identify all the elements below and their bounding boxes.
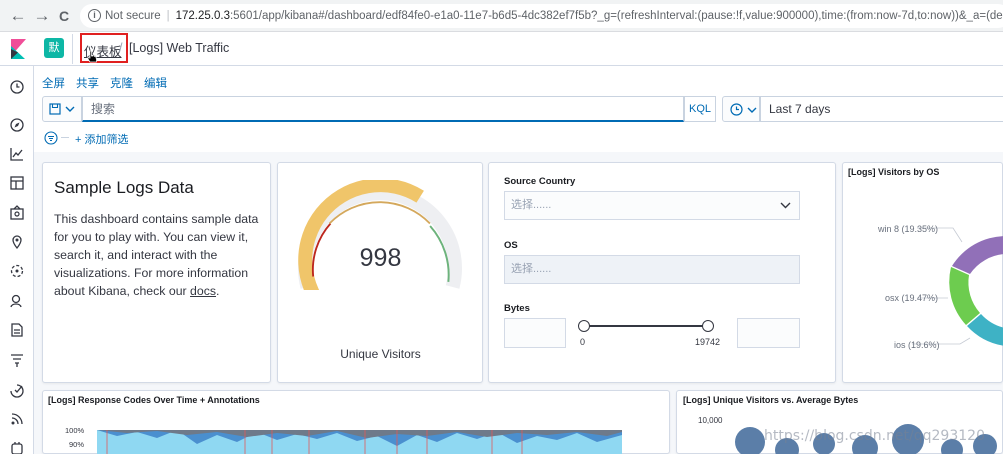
gauge-label: Unique Visitors	[340, 347, 421, 361]
filter-menu-icon[interactable]	[44, 131, 58, 145]
os-label-ios: ios (19.6%)	[894, 340, 940, 350]
reload-icon[interactable]: C	[54, 6, 74, 26]
os-select[interactable]: 选择......	[504, 255, 800, 284]
unique-visitors-bytes-title: [Logs] Unique Visitors vs. Average Bytes	[683, 395, 859, 405]
canvas-icon[interactable]	[9, 205, 25, 221]
visitors-by-os-title: [Logs] Visitors by OS	[848, 167, 940, 177]
os-label-win8: win 8 (19.35%)	[878, 224, 939, 234]
dev-tools-icon[interactable]	[9, 440, 25, 454]
donut-slice-win8	[952, 236, 1003, 274]
saved-query-button[interactable]	[42, 96, 82, 122]
edit-link[interactable]: 编辑	[144, 75, 167, 91]
dashboard-icon[interactable]	[9, 175, 25, 191]
os-label: OS	[504, 240, 518, 251]
chevron-down-icon[interactable]	[780, 202, 791, 209]
donut-slice-osx	[949, 267, 980, 325]
date-range-display[interactable]: Last 7 days	[760, 96, 1003, 122]
share-link[interactable]: 共享	[76, 75, 99, 91]
save-icon	[49, 103, 61, 115]
markdown-title: Sample Logs Data	[54, 178, 194, 197]
maps-icon[interactable]	[9, 234, 25, 250]
bytes-max-input[interactable]	[737, 318, 800, 348]
docs-link[interactable]: docs	[190, 284, 216, 298]
os-donut-chart	[912, 227, 1003, 346]
infrastructure-icon[interactable]	[9, 293, 25, 309]
gauge-value: 998	[359, 244, 402, 272]
bytes-min-input[interactable]	[504, 318, 566, 348]
bytes-min-tick: 0	[580, 337, 586, 347]
search-input[interactable]: 搜索	[82, 96, 684, 122]
date-quick-menu-button[interactable]	[722, 96, 760, 122]
response-tick-100: 100%	[65, 426, 85, 435]
filter-divider	[61, 137, 69, 138]
calendar-clock-icon	[730, 103, 743, 116]
clone-link[interactable]: 克隆	[110, 75, 133, 91]
visualize-chart-icon[interactable]	[9, 146, 25, 162]
bubble-tick-10000: 10,000	[698, 416, 723, 425]
not-secure-label: Not secure	[105, 10, 161, 22]
back-icon[interactable]: ←	[8, 6, 28, 26]
fullscreen-link[interactable]: 全屏	[42, 75, 65, 91]
response-codes-area-chart	[97, 430, 622, 454]
watermark-text: https://blog.csdn.net/qq293120	[764, 428, 985, 444]
url-host: 172.25.0.3	[175, 10, 230, 22]
recent-clock-icon[interactable]	[9, 79, 25, 95]
chevron-down-icon	[65, 106, 75, 112]
ml-icon[interactable]	[9, 263, 25, 279]
bytes-slider-max-handle[interactable]	[702, 320, 714, 332]
source-country-label: Source Country	[504, 176, 576, 187]
pointer-cursor-icon	[87, 50, 97, 63]
breadcrumb-current: [Logs] Web Traffic	[129, 41, 230, 55]
logs-icon[interactable]	[9, 322, 25, 338]
markdown-body: This dashboard contains sample data for …	[54, 210, 266, 300]
siem-signal-icon[interactable]	[9, 411, 25, 427]
uptime-icon[interactable]	[9, 382, 25, 398]
response-codes-title: [Logs] Response Codes Over Time + Annota…	[48, 395, 260, 405]
os-label-osx: osx (19.47%)	[885, 293, 939, 303]
source-country-select[interactable]: 选择......	[504, 191, 800, 220]
address-bar[interactable]: i Not secure | 172.25.0.3:5601/app/kibana#/…	[80, 4, 1003, 28]
kql-button[interactable]: KQL	[684, 96, 716, 122]
chevron-down-icon	[747, 107, 757, 113]
add-filter-link[interactable]: + 添加筛选	[75, 131, 128, 147]
info-icon[interactable]: i	[88, 9, 101, 23]
bytes-max-tick: 19742	[695, 337, 721, 347]
bytes-slider-track	[584, 325, 708, 327]
bytes-slider-min-handle[interactable]	[578, 320, 590, 332]
kibana-logo-icon[interactable]	[9, 39, 27, 59]
discover-compass-icon[interactable]	[9, 117, 25, 133]
forward-icon[interactable]: →	[32, 6, 52, 26]
gauge-chart	[298, 180, 462, 290]
response-tick-90: 90%	[69, 440, 85, 449]
space-avatar[interactable]: 默	[44, 38, 64, 58]
url-rest: :5601/app/kibana#/dashboard/edf84fe0-e1a…	[229, 10, 1003, 22]
apm-icon[interactable]	[9, 352, 25, 368]
markdown-text: This dashboard contains sample data for …	[54, 212, 259, 298]
markdown-end: .	[216, 284, 220, 298]
bytes-label: Bytes	[504, 303, 530, 314]
bubble	[735, 427, 765, 454]
header-divider	[72, 34, 73, 64]
